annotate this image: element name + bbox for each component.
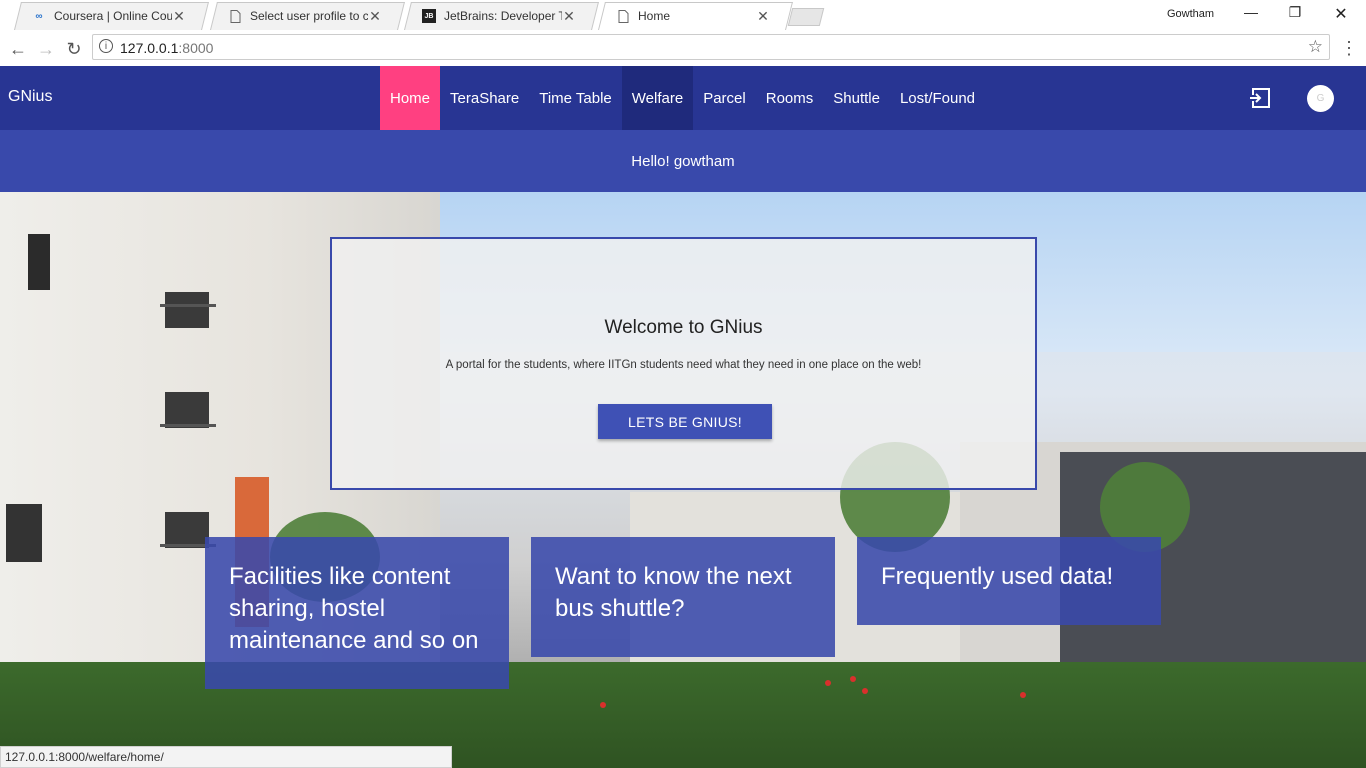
close-window-icon[interactable]: ✕ (1318, 4, 1364, 26)
welcome-panel: Welcome to GNius A portal for the studen… (330, 237, 1037, 490)
info-icon[interactable]: i (99, 39, 113, 53)
tab-title: Select user profile to cha (250, 9, 368, 23)
browser-toolbar: ← → ↻ i 127.0.0.1:8000 ☆ ⋮ (0, 32, 1366, 66)
coursera-icon: ∞ (35, 10, 43, 22)
nav-item-time-table[interactable]: Time Table (529, 66, 622, 130)
tab-select-profile-content[interactable]: Select user profile to cha ✕ (206, 2, 388, 30)
nav-item-shuttle[interactable]: Shuttle (823, 66, 890, 130)
address-bar[interactable]: i 127.0.0.1:8000 ☆ (92, 34, 1330, 60)
lets-be-gnius-button[interactable]: LETS BE GNIUS! (598, 404, 772, 439)
nav-menu: Home TeraShare Time Table Welfare Parcel… (380, 66, 985, 130)
feature-card-text: Frequently used data! (881, 563, 1114, 590)
avatar[interactable]: G (1307, 85, 1334, 112)
reload-icon[interactable]: ↻ (62, 37, 86, 61)
nav-item-welfare[interactable]: Welfare (621, 66, 694, 130)
logout-icon[interactable] (1249, 87, 1271, 109)
close-tab-icon[interactable]: ✕ (172, 8, 186, 25)
nav-item-terashare[interactable]: TeraShare (440, 66, 529, 130)
minimize-icon[interactable]: — (1228, 4, 1274, 26)
greeting-bar: Hello! gowtham (0, 130, 1366, 192)
tab-title: Home (638, 9, 671, 23)
feature-card-facilities[interactable]: Facilities like content sharing, hostel … (205, 537, 509, 689)
link-status-bar: 127.0.0.1:8000/welfare/home/ (0, 746, 452, 768)
close-tab-icon[interactable]: ✕ (368, 8, 382, 25)
browser-tab-strip: ∞ Coursera | Online Course ✕ Select user… (0, 0, 1366, 32)
back-icon[interactable]: ← (6, 37, 30, 61)
close-tab-icon[interactable]: ✕ (562, 8, 576, 25)
restore-icon[interactable]: ❐ (1272, 4, 1318, 26)
feature-card-text: Facilities like content sharing, hostel … (229, 563, 479, 654)
tab-home-content[interactable]: Home ✕ (594, 2, 776, 30)
tab-jetbrains-content[interactable]: JB JetBrains: Developer Tool ✕ (400, 2, 582, 30)
tab-title: JetBrains: Developer Tool (444, 9, 562, 23)
feature-card-data[interactable]: Frequently used data! (857, 537, 1161, 625)
tab-title: Coursera | Online Course (54, 9, 172, 23)
close-tab-icon[interactable]: ✕ (756, 8, 770, 25)
browser-menu-icon[interactable]: ⋮ (1340, 38, 1358, 59)
app-navbar: GNius Home TeraShare Time Table Welfare … (0, 66, 1366, 130)
jetbrains-icon: JB (422, 9, 436, 23)
feature-card-shuttle[interactable]: Want to know the next bus shuttle? (531, 537, 835, 657)
page-icon (616, 9, 630, 23)
forward-icon[interactable]: → (34, 37, 58, 61)
new-tab-button[interactable] (787, 8, 825, 26)
brand-logo[interactable]: GNius (8, 88, 52, 106)
url-text[interactable]: 127.0.0.1:8000 (120, 40, 213, 56)
browser-profile-name[interactable]: Gowtham (1167, 8, 1214, 20)
page-icon (228, 9, 242, 23)
welcome-subtitle: A portal for the students, where IITGn s… (445, 359, 922, 371)
feature-card-text: Want to know the next bus shuttle? (555, 563, 792, 622)
nav-item-rooms[interactable]: Rooms (756, 66, 824, 130)
nav-item-lost-found[interactable]: Lost/Found (890, 66, 985, 130)
welcome-title: Welcome to GNius (604, 317, 763, 338)
nav-item-home[interactable]: Home (380, 66, 441, 130)
bookmark-star-icon[interactable]: ☆ (1308, 37, 1323, 57)
tab-coursera-content[interactable]: ∞ Coursera | Online Course ✕ (10, 2, 192, 30)
nav-item-parcel[interactable]: Parcel (693, 66, 756, 130)
